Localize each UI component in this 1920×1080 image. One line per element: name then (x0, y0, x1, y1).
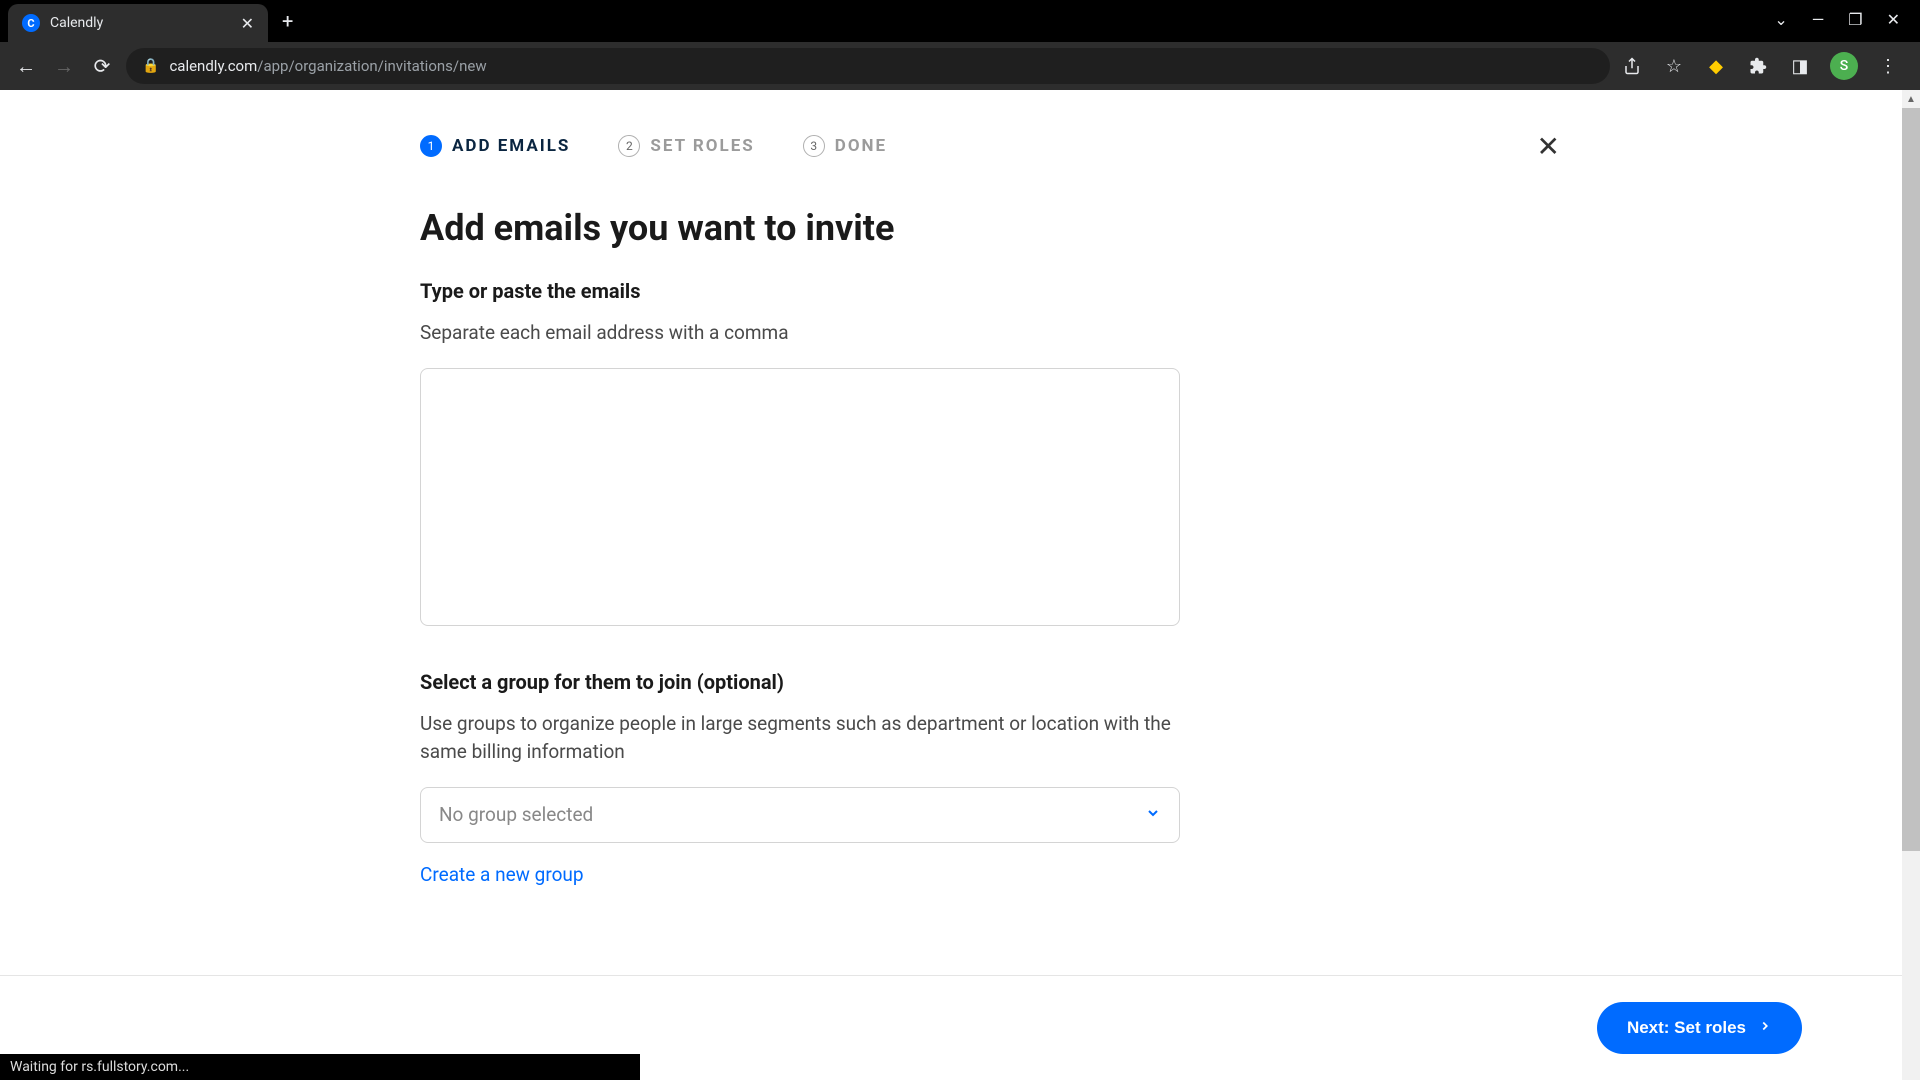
url-domain: calendly.com (169, 57, 257, 75)
address-bar: ← → ⟳ 🔒 calendly.com/app/organization/in… (0, 42, 1920, 90)
group-field-label: Select a group for them to join (optiona… (420, 670, 1180, 694)
more-icon[interactable]: ⋮ (1876, 54, 1900, 78)
email-field-label: Type or paste the emails (420, 279, 1180, 303)
page-title: Add emails you want to invite (420, 207, 1180, 249)
step-set-roles[interactable]: 2 SET ROLES (618, 135, 754, 157)
share-icon[interactable] (1620, 54, 1644, 78)
url-bar[interactable]: 🔒 calendly.com/app/organization/invitati… (126, 48, 1610, 84)
step-done[interactable]: 3 DONE (803, 135, 887, 157)
toolbar-icons: ☆ ◆ ◨ S ⋮ (1620, 52, 1908, 80)
tab-bar: C Calendly ✕ + ⌄ — ❐ ✕ (0, 0, 1920, 42)
next-button-label: Next: Set roles (1627, 1018, 1746, 1038)
group-select[interactable]: No group selected (420, 787, 1180, 843)
step-number: 1 (420, 135, 442, 157)
group-field-hint: Use groups to organize people in large s… (420, 710, 1180, 767)
next-button[interactable]: Next: Set roles (1597, 1002, 1802, 1054)
close-window-icon[interactable]: ✕ (1887, 10, 1900, 29)
star-icon[interactable]: ☆ (1662, 54, 1686, 78)
scrollbar-thumb[interactable] (1902, 108, 1920, 851)
forward-button[interactable]: → (50, 52, 78, 80)
new-tab-button[interactable]: + (282, 9, 293, 33)
url-path: /app/organization/invitations/new (257, 57, 486, 75)
reload-button[interactable]: ⟳ (88, 52, 116, 80)
close-tab-icon[interactable]: ✕ (241, 14, 254, 33)
panel-icon[interactable]: ◨ (1788, 54, 1812, 78)
email-field-hint: Separate each email address with a comma (420, 319, 1180, 348)
step-label: SET ROLES (650, 136, 754, 156)
browser-chrome: C Calendly ✕ + ⌄ — ❐ ✕ ← → ⟳ 🔒 calendly.… (0, 0, 1920, 90)
close-modal-button[interactable]: ✕ (1537, 130, 1560, 163)
step-number: 2 (618, 135, 640, 157)
group-select-placeholder: No group selected (439, 803, 593, 826)
step-label: ADD EMAILS (452, 136, 570, 156)
maximize-icon[interactable]: ❐ (1848, 10, 1862, 29)
page-content: ✕ 1 ADD EMAILS 2 SET ROLES 3 DONE Add em… (0, 90, 1920, 1080)
lock-icon: 🔒 (142, 58, 159, 74)
step-number: 3 (803, 135, 825, 157)
chevron-down-icon (1145, 805, 1161, 825)
status-bar: Waiting for rs.fullstory.com... (0, 1054, 640, 1080)
create-group-link[interactable]: Create a new group (420, 863, 1180, 886)
minimize-icon[interactable]: — (1812, 10, 1825, 29)
dropdown-icon[interactable]: ⌄ (1774, 10, 1787, 29)
step-label: DONE (835, 136, 887, 156)
window-controls: ⌄ — ❐ ✕ (1754, 0, 1920, 39)
step-add-emails[interactable]: 1 ADD EMAILS (420, 135, 570, 157)
back-button[interactable]: ← (12, 52, 40, 80)
scrollbar[interactable]: ▲ (1902, 90, 1920, 1080)
email-input[interactable] (420, 368, 1180, 626)
chevron-right-icon (1758, 1019, 1772, 1038)
browser-tab[interactable]: C Calendly ✕ (8, 4, 268, 42)
puzzle-icon[interactable] (1746, 54, 1770, 78)
stepper: 1 ADD EMAILS 2 SET ROLES 3 DONE (420, 135, 1600, 157)
scrollbar-arrow-up-icon[interactable]: ▲ (1902, 92, 1920, 106)
tab-title: Calendly (50, 15, 231, 31)
profile-avatar[interactable]: S (1830, 52, 1858, 80)
form-section: Add emails you want to invite Type or pa… (420, 207, 1180, 886)
extension-icon[interactable]: ◆ (1704, 54, 1728, 78)
calendly-favicon: C (22, 14, 40, 32)
